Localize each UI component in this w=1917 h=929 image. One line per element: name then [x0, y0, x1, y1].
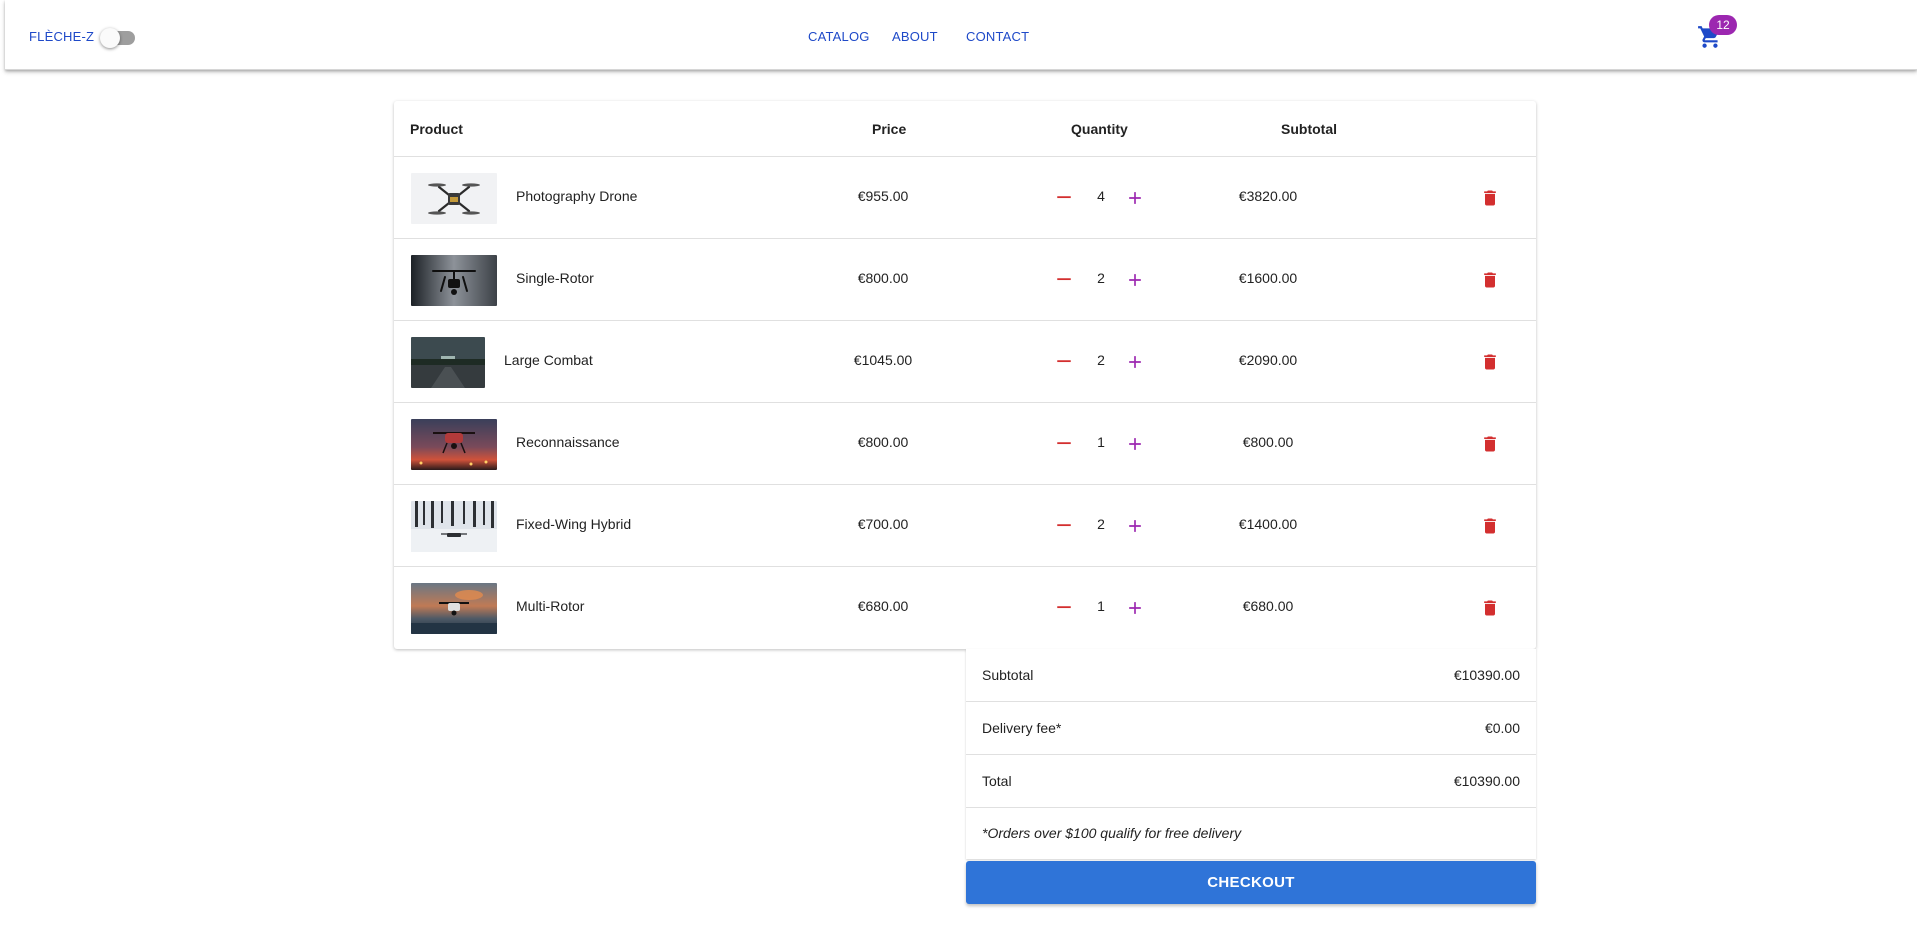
toggle-thumb	[100, 28, 120, 48]
quantity-value: 2	[1097, 516, 1105, 532]
table-row: Large Combat €1045.00 2 €2090.00	[394, 321, 1536, 403]
row-subtotal: €800.00	[1242, 434, 1294, 450]
trash-icon[interactable]	[1480, 433, 1500, 455]
theme-toggle-switch[interactable]	[100, 28, 139, 48]
minus-icon[interactable]	[1055, 188, 1073, 206]
trash-icon[interactable]	[1480, 187, 1500, 209]
summary-subtotal-row: Subtotal €10390.00	[966, 649, 1536, 702]
product-price: €680.00	[857, 598, 909, 614]
minus-icon[interactable]	[1055, 270, 1073, 288]
cart-count-badge: 12	[1709, 15, 1737, 35]
nav-catalog[interactable]: CATALOG	[808, 29, 870, 44]
order-summary: Subtotal €10390.00 Delivery fee* €0.00 T…	[966, 649, 1536, 859]
delivery-note: *Orders over $100 qualify for free deliv…	[982, 825, 1242, 841]
row-subtotal: €1400.00	[1238, 516, 1298, 532]
row-subtotal: €1600.00	[1238, 270, 1298, 286]
summary-subtotal-label: Subtotal	[982, 667, 1034, 683]
table-row: Reconnaissance €800.00 1 €800.00	[394, 403, 1536, 485]
summary-subtotal-value: €10390.00	[1453, 667, 1520, 683]
table-row: Photography Drone €955.00 4 €3820.00	[394, 157, 1536, 239]
quantity-value: 4	[1097, 188, 1105, 204]
brand-title[interactable]: FLÈCHE-Z	[29, 29, 94, 44]
plus-icon[interactable]	[1125, 598, 1145, 618]
trash-icon[interactable]	[1480, 515, 1500, 537]
product-price: €700.00	[857, 516, 909, 532]
table-row: Single-Rotor €800.00 2 €1600.00	[394, 239, 1536, 321]
header-quantity: Quantity	[1071, 121, 1128, 137]
product-price: €1045.00	[853, 352, 913, 368]
product-name: Multi-Rotor	[516, 598, 585, 614]
header-price: Price	[872, 121, 907, 137]
header-product: Product	[410, 121, 463, 137]
product-image	[411, 173, 497, 224]
product-name: Fixed-Wing Hybrid	[516, 516, 632, 532]
table-header: Product Price Quantity Subtotal	[394, 101, 1536, 157]
quantity-value: 1	[1097, 434, 1105, 450]
product-price: €800.00	[857, 434, 909, 450]
row-subtotal: €2090.00	[1238, 352, 1298, 368]
quantity-value: 2	[1097, 352, 1105, 368]
quantity-value: 2	[1097, 270, 1105, 286]
checkout-button[interactable]: CHECKOUT	[966, 861, 1536, 904]
trash-icon[interactable]	[1480, 351, 1500, 373]
product-name: Large Combat	[504, 352, 593, 368]
product-price: €800.00	[857, 270, 909, 286]
product-price: €955.00	[857, 188, 909, 204]
product-image	[411, 501, 497, 552]
minus-icon[interactable]	[1055, 598, 1073, 616]
minus-icon[interactable]	[1055, 352, 1073, 370]
product-image	[411, 255, 497, 306]
summary-delivery-label: Delivery fee*	[982, 720, 1062, 736]
cart-table: Product Price Quantity Subtotal Photogra…	[394, 101, 1536, 649]
row-subtotal: €680.00	[1242, 598, 1294, 614]
plus-icon[interactable]	[1125, 270, 1145, 290]
product-name: Single-Rotor	[516, 270, 594, 286]
summary-total-label: Total	[982, 773, 1012, 789]
minus-icon[interactable]	[1055, 434, 1073, 452]
product-image	[411, 583, 497, 634]
summary-delivery-value: €0.00	[1484, 720, 1520, 736]
table-row: Fixed-Wing Hybrid €700.00 2 €1400.00	[394, 485, 1536, 567]
product-name: Photography Drone	[516, 188, 638, 204]
nav-about[interactable]: ABOUT	[892, 29, 938, 44]
summary-delivery-row: Delivery fee* €0.00	[966, 702, 1536, 755]
product-name: Reconnaissance	[516, 434, 620, 450]
summary-total-value: €10390.00	[1453, 773, 1520, 789]
minus-icon[interactable]	[1055, 516, 1073, 534]
table-row: Multi-Rotor €680.00 1 €680.00	[394, 567, 1536, 649]
plus-icon[interactable]	[1125, 352, 1145, 372]
summary-total-row: Total €10390.00	[966, 755, 1536, 808]
row-subtotal: €3820.00	[1238, 188, 1298, 204]
quantity-value: 1	[1097, 598, 1105, 614]
nav-contact[interactable]: CONTACT	[966, 29, 1029, 44]
app-bar: FLÈCHE-Z CATALOG ABOUT CONTACT 12	[5, 0, 1917, 70]
trash-icon[interactable]	[1480, 597, 1500, 619]
plus-icon[interactable]	[1125, 516, 1145, 536]
plus-icon[interactable]	[1125, 188, 1145, 208]
product-image	[411, 337, 485, 388]
header-subtotal: Subtotal	[1281, 121, 1337, 137]
trash-icon[interactable]	[1480, 269, 1500, 291]
plus-icon[interactable]	[1125, 434, 1145, 454]
product-image	[411, 419, 497, 470]
